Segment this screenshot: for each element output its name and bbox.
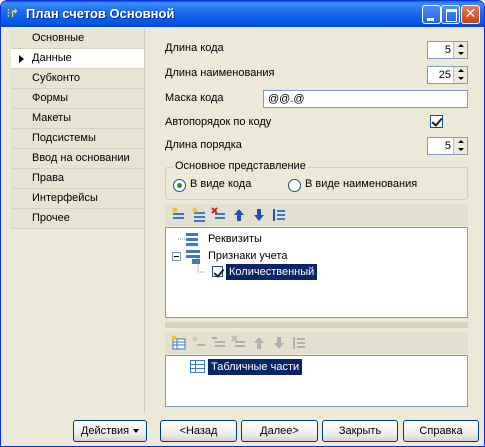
section-tabs: Основные Данные Субконто Формы Макеты По…: [11, 29, 144, 233]
attributes-icon: [178, 233, 198, 246]
next-button[interactable]: Далее>: [241, 420, 318, 442]
auto-order-label: Автопорядок по коду: [165, 116, 272, 128]
tab-prava[interactable]: Права: [11, 169, 144, 189]
spinner-arrows-icon[interactable]: [453, 67, 467, 83]
tab-makety[interactable]: Макеты: [11, 109, 144, 129]
name-length-spinner[interactable]: 25: [427, 66, 468, 84]
tab-dannye[interactable]: Данные: [11, 49, 144, 69]
delete-icon[interactable]: [211, 207, 227, 223]
panel-splitter[interactable]: [165, 322, 468, 328]
representation-group-title: Основное представление: [173, 160, 308, 172]
delete-icon[interactable]: [231, 335, 247, 351]
tab-osnovnye[interactable]: Основные: [11, 29, 144, 49]
tab-prochee[interactable]: Прочее: [11, 209, 144, 229]
name-length-value: 25: [438, 69, 451, 81]
maximize-button[interactable]: [441, 5, 460, 24]
actions-button-label: Действия: [80, 425, 130, 437]
close-window-button[interactable]: ✕: [461, 5, 480, 24]
move-down-icon[interactable]: [251, 207, 267, 223]
code-mask-label: Маска кода: [165, 92, 224, 104]
tab-interfeysy[interactable]: Интерфейсы: [11, 189, 144, 209]
move-down-icon[interactable]: [271, 335, 287, 351]
move-up-icon[interactable]: [231, 207, 247, 223]
spinner-arrows-icon[interactable]: [453, 138, 467, 154]
representation-group: Основное представление В виде кода В вид…: [165, 160, 468, 200]
sort-icon[interactable]: [291, 335, 307, 351]
name-length-label: Длина наименования: [165, 67, 275, 79]
code-length-value: 5: [444, 44, 451, 56]
tab-vvod-na-osnovanii[interactable]: Ввод на основании: [11, 149, 144, 169]
title-bar[interactable]: ⫶↱ План счетов Основной ✕: [1, 1, 484, 27]
add-table-icon[interactable]: [171, 335, 187, 351]
order-length-value: 5: [444, 140, 451, 152]
actions-button[interactable]: Действия: [73, 420, 147, 442]
move-up-icon[interactable]: [251, 335, 267, 351]
tabular-parts-tree[interactable]: Табличные части: [165, 355, 468, 407]
tab-podsistemy[interactable]: Подсистемы: [11, 129, 144, 149]
data-tab-panel: Длина кода 5 Длина наименования 25 Маска…: [144, 29, 477, 413]
tree-node-priznaki-ucheta[interactable]: Признаки учета: [208, 248, 287, 264]
attributes-toolbar: [165, 204, 468, 226]
tree-structure-icon: ⫶↱: [7, 7, 19, 20]
sort-icon[interactable]: [271, 207, 287, 223]
code-length-label: Длина кода: [165, 42, 224, 54]
spinner-arrows-icon[interactable]: [453, 42, 467, 58]
close-button[interactable]: Закрыть: [322, 420, 398, 442]
edit-icon[interactable]: [211, 335, 227, 351]
tree-node-rekvizity[interactable]: Реквизиты: [208, 231, 262, 247]
window-title: План счетов Основной: [26, 6, 175, 21]
order-length-spinner[interactable]: 5: [427, 137, 468, 155]
radio-code-label[interactable]: В виде кода: [190, 178, 251, 190]
radio-name[interactable]: [288, 179, 301, 192]
tree-node-kolichestvennyy[interactable]: Количественный: [224, 263, 319, 281]
radio-code[interactable]: [173, 179, 186, 192]
tree-connector-icon: [197, 258, 206, 273]
add-group-icon[interactable]: [191, 207, 207, 223]
code-length-spinner[interactable]: 5: [427, 41, 468, 59]
add-attribute-icon[interactable]: [191, 335, 207, 351]
auto-order-checkbox[interactable]: [430, 115, 443, 128]
tab-subkonto[interactable]: Субконто: [11, 69, 144, 89]
chevron-down-icon: [133, 429, 140, 434]
tab-formy[interactable]: Формы: [11, 89, 144, 109]
tabular-parts-toolbar: [165, 332, 468, 354]
table-icon: [190, 360, 205, 373]
order-length-label: Длина порядка: [165, 139, 242, 151]
dialog-window: ⫶↱ План счетов Основной ✕ Основные Данны…: [0, 0, 485, 447]
minimize-button[interactable]: [422, 5, 441, 24]
help-button[interactable]: Справка: [403, 420, 479, 442]
radio-name-label[interactable]: В виде наименования: [305, 178, 417, 190]
back-button[interactable]: <Назад: [160, 420, 237, 442]
add-item-icon[interactable]: [171, 207, 187, 223]
checked-attribute-icon: [212, 266, 223, 277]
attributes-tree[interactable]: Реквизиты Признаки учета Количественный: [165, 227, 468, 318]
code-mask-input[interactable]: @@.@: [263, 90, 468, 108]
tree-node-tablichnye-chasti[interactable]: Табличные части: [206, 358, 304, 376]
